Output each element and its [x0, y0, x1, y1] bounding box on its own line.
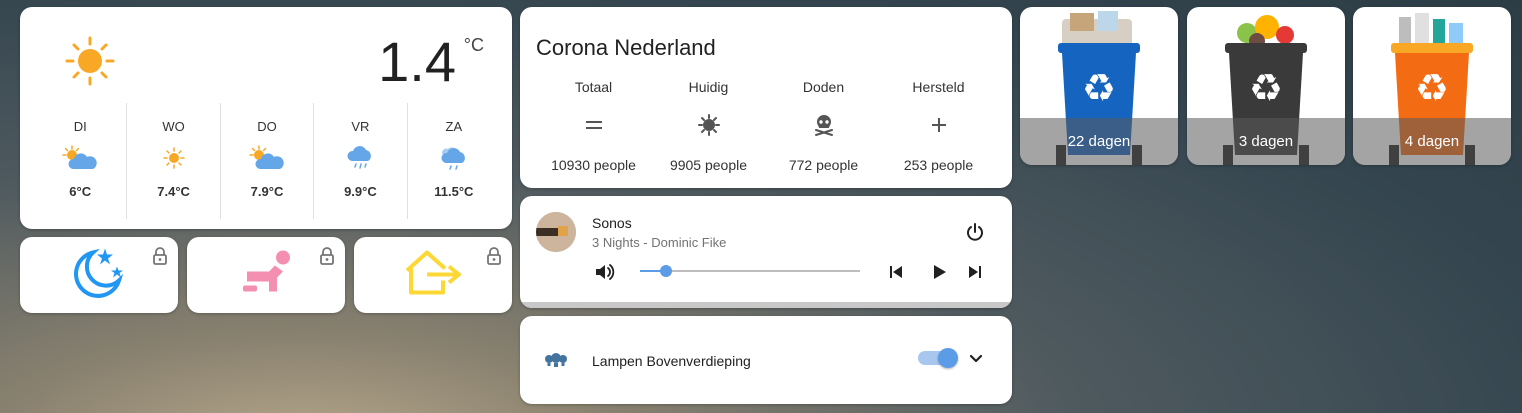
partly-cloudy-icon: [221, 145, 313, 171]
bin-days-label: 22 dagen: [1067, 133, 1131, 150]
stat-value: 10930 people: [551, 157, 636, 173]
bin-card-orange[interactable]: ♻ 4 dagen: [1353, 7, 1511, 165]
forecast-day-name: VR: [351, 119, 370, 134]
volume-icon[interactable]: [594, 262, 616, 287]
entity-name: Lampen Bovenverdieping: [592, 353, 751, 369]
power-button[interactable]: [965, 222, 985, 247]
stat-label: Huidig: [688, 79, 729, 95]
forecast: DI 6°C WO 7.4°C DO 7.9°C VR 9.9°C ZA 11.…: [34, 103, 500, 219]
rainy-icon: [314, 145, 406, 171]
plus-icon: [881, 113, 996, 137]
light-group-card[interactable]: Lampen Bovenverdieping: [520, 316, 1012, 404]
temperature-unit: °C: [463, 35, 484, 55]
person-sleeping-icon: [239, 250, 293, 301]
forecast-day-name: DI: [73, 119, 87, 134]
svg-text:♻: ♻: [1249, 66, 1283, 110]
album-art: [536, 212, 576, 252]
forecast-day: ZA 11.5°C: [406, 103, 500, 219]
weather-card[interactable]: 1.4 °C DI 6°C WO 7.4°C DO 7.9°C VR 9.9°C…: [20, 7, 512, 229]
stat-column: Doden 772 people: [766, 79, 881, 173]
stats-row: Totaal 10930 people Huidig 9905 people D…: [536, 79, 996, 173]
current-temperature: 1.4: [378, 30, 456, 93]
stat-value: 9905 people: [669, 157, 748, 173]
night-mode-icon: [71, 245, 127, 306]
tile-night-mode[interactable]: [20, 237, 178, 313]
stat-label: Totaal: [574, 79, 613, 95]
stat-value: 253 people: [903, 157, 974, 173]
sunny-icon: [64, 35, 116, 92]
forecast-day: VR 9.9°C: [313, 103, 406, 219]
stat-column: Hersteld 253 people: [881, 79, 996, 173]
stat-column: Totaal 10930 people: [536, 79, 651, 173]
lightbulb-group-icon: [544, 350, 568, 375]
forecast-day: DO 7.9°C: [219, 103, 313, 219]
forecast-temperature: 11.5°C: [434, 184, 474, 199]
card-title: Corona Nederland: [536, 35, 716, 60]
bin-days-label: 4 dagen: [1404, 133, 1460, 150]
svg-text:♻: ♻: [1415, 66, 1449, 110]
skull-icon: [766, 113, 881, 137]
forecast-day-name: ZA: [445, 119, 463, 134]
volume-slider[interactable]: [640, 265, 860, 277]
partly-cloudy-icon: [34, 145, 126, 171]
leave-home-icon: [401, 249, 465, 302]
forecast-day-name: DO: [257, 119, 277, 134]
forecast-temperature: 6°C: [69, 184, 92, 199]
forecast-day: WO 7.4°C: [126, 103, 219, 219]
play-button[interactable]: [929, 262, 949, 287]
bin-card-blue[interactable]: ♻ 22 dagen: [1020, 7, 1178, 165]
corona-card[interactable]: Corona Nederland Totaal 10930 people Hui…: [520, 7, 1012, 188]
player-name: Sonos: [592, 215, 632, 231]
volume-slider-knob[interactable]: [660, 265, 673, 277]
sunny-icon: [127, 145, 219, 171]
next-track-button[interactable]: [966, 263, 984, 286]
equals-icon: [536, 113, 651, 137]
forecast-day-name: WO: [162, 119, 185, 134]
forecast-temperature: 9.9°C: [344, 184, 377, 199]
track-title: 3 Nights - Dominic Fike: [592, 235, 727, 250]
previous-track-button[interactable]: [887, 263, 905, 286]
chevron-down-icon[interactable]: [967, 352, 985, 371]
stat-column: Huidig 9905 people: [651, 79, 766, 173]
bin-days-label: 3 dagen: [1238, 133, 1294, 150]
tile-leave-home[interactable]: [354, 237, 512, 313]
svg-text:♻: ♻: [1082, 66, 1116, 110]
light-toggle[interactable]: [918, 348, 958, 368]
stat-label: Hersteld: [912, 79, 965, 95]
forecast-day: DI 6°C: [34, 103, 126, 219]
cloudy-rain-icon: [408, 145, 500, 171]
lock-icon: [319, 247, 335, 270]
tile-sleep-mode[interactable]: [187, 237, 345, 313]
lock-icon: [486, 247, 502, 270]
forecast-temperature: 7.9°C: [250, 184, 284, 199]
virus-icon: [651, 113, 766, 137]
progress-bar: [520, 302, 1012, 308]
bin-card-black[interactable]: ♻ 3 dagen: [1187, 7, 1345, 165]
toggle-knob: [938, 348, 958, 368]
stat-label: Doden: [802, 79, 845, 95]
stat-value: 772 people: [788, 157, 859, 173]
lock-icon: [152, 247, 168, 270]
forecast-temperature: 7.4°C: [157, 184, 190, 199]
media-player-card[interactable]: Sonos 3 Nights - Dominic Fike: [520, 196, 1012, 308]
